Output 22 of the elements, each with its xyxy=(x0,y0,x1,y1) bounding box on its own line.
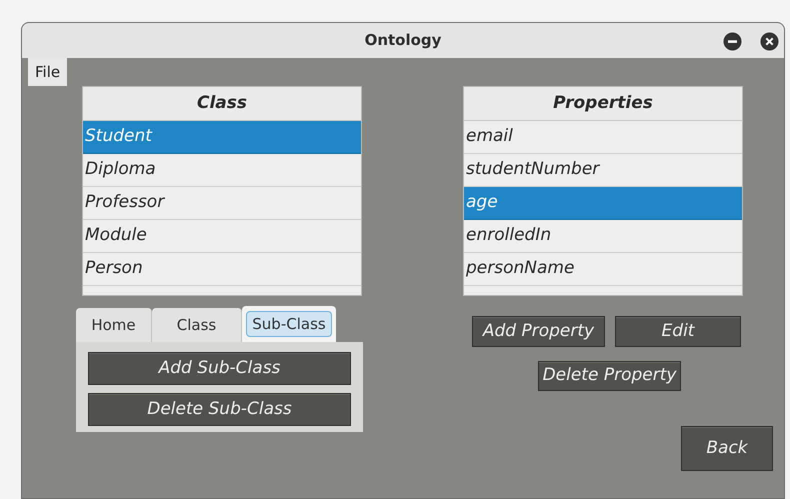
list-row[interactable]: personName xyxy=(464,253,742,286)
list-row[interactable]: enrolledIn xyxy=(464,220,742,253)
action-button[interactable]: Delete Sub-Class xyxy=(88,393,351,426)
close-icon[interactable] xyxy=(760,32,779,51)
list-row[interactable]: Professor xyxy=(83,187,361,220)
tab[interactable]: Class xyxy=(152,308,242,342)
list-row[interactable]: Module xyxy=(83,220,361,253)
tab[interactable]: Home xyxy=(76,308,152,342)
list-row[interactable]: email xyxy=(464,121,742,154)
menu-item[interactable]: File xyxy=(28,58,68,86)
list-row[interactable]: Student xyxy=(83,121,361,154)
action-button[interactable]: Add Sub-Class xyxy=(88,352,351,385)
minimize-icon[interactable] xyxy=(723,32,742,51)
property-button[interactable]: Delete Property xyxy=(538,361,681,391)
property-button[interactable]: Edit xyxy=(615,316,741,347)
property-button[interactable]: Add Property xyxy=(472,316,605,347)
list-row[interactable]: Diploma xyxy=(83,154,361,187)
window-title: Ontology xyxy=(364,30,442,52)
list-row[interactable]: Person xyxy=(83,253,361,286)
back-button[interactable]: Back xyxy=(681,426,773,471)
tab[interactable]: Sub-Class xyxy=(242,306,336,342)
list-row[interactable]: age xyxy=(464,187,742,220)
